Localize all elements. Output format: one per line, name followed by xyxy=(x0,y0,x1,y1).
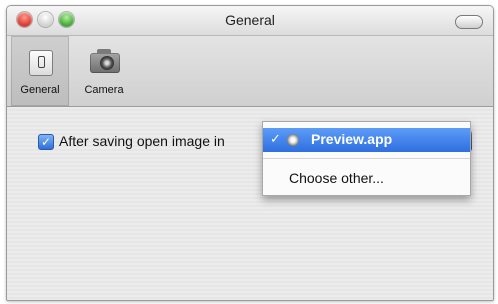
checkmark-icon: ✓ xyxy=(270,131,281,146)
open-after-save-checkbox[interactable]: ✓ xyxy=(38,134,54,150)
open-after-save-label: After saving open image in xyxy=(59,133,225,149)
window-title: General xyxy=(225,12,275,28)
toolbar-item-label: General xyxy=(20,84,60,96)
toolbar-item-general[interactable]: General xyxy=(11,36,69,106)
app-icon xyxy=(287,134,299,146)
switch-icon xyxy=(21,44,59,80)
menu-item-label: Choose other... xyxy=(289,170,384,186)
application-popup-menu: ✓ Preview.app Choose other... xyxy=(262,121,471,196)
toolbar-item-label: Camera xyxy=(84,84,124,96)
camera-icon xyxy=(85,44,123,80)
toolbar-item-camera[interactable]: Camera xyxy=(73,36,135,106)
menu-item-choose-other[interactable]: Choose other... xyxy=(263,166,470,190)
menu-item-label: Preview.app xyxy=(311,131,393,147)
menu-separator xyxy=(263,158,470,159)
menu-item-preview[interactable]: ✓ Preview.app xyxy=(263,128,470,152)
title-bar: General xyxy=(7,6,493,36)
preferences-toolbar: General Camera xyxy=(7,36,493,107)
toolbar-toggle-button[interactable] xyxy=(455,15,483,29)
